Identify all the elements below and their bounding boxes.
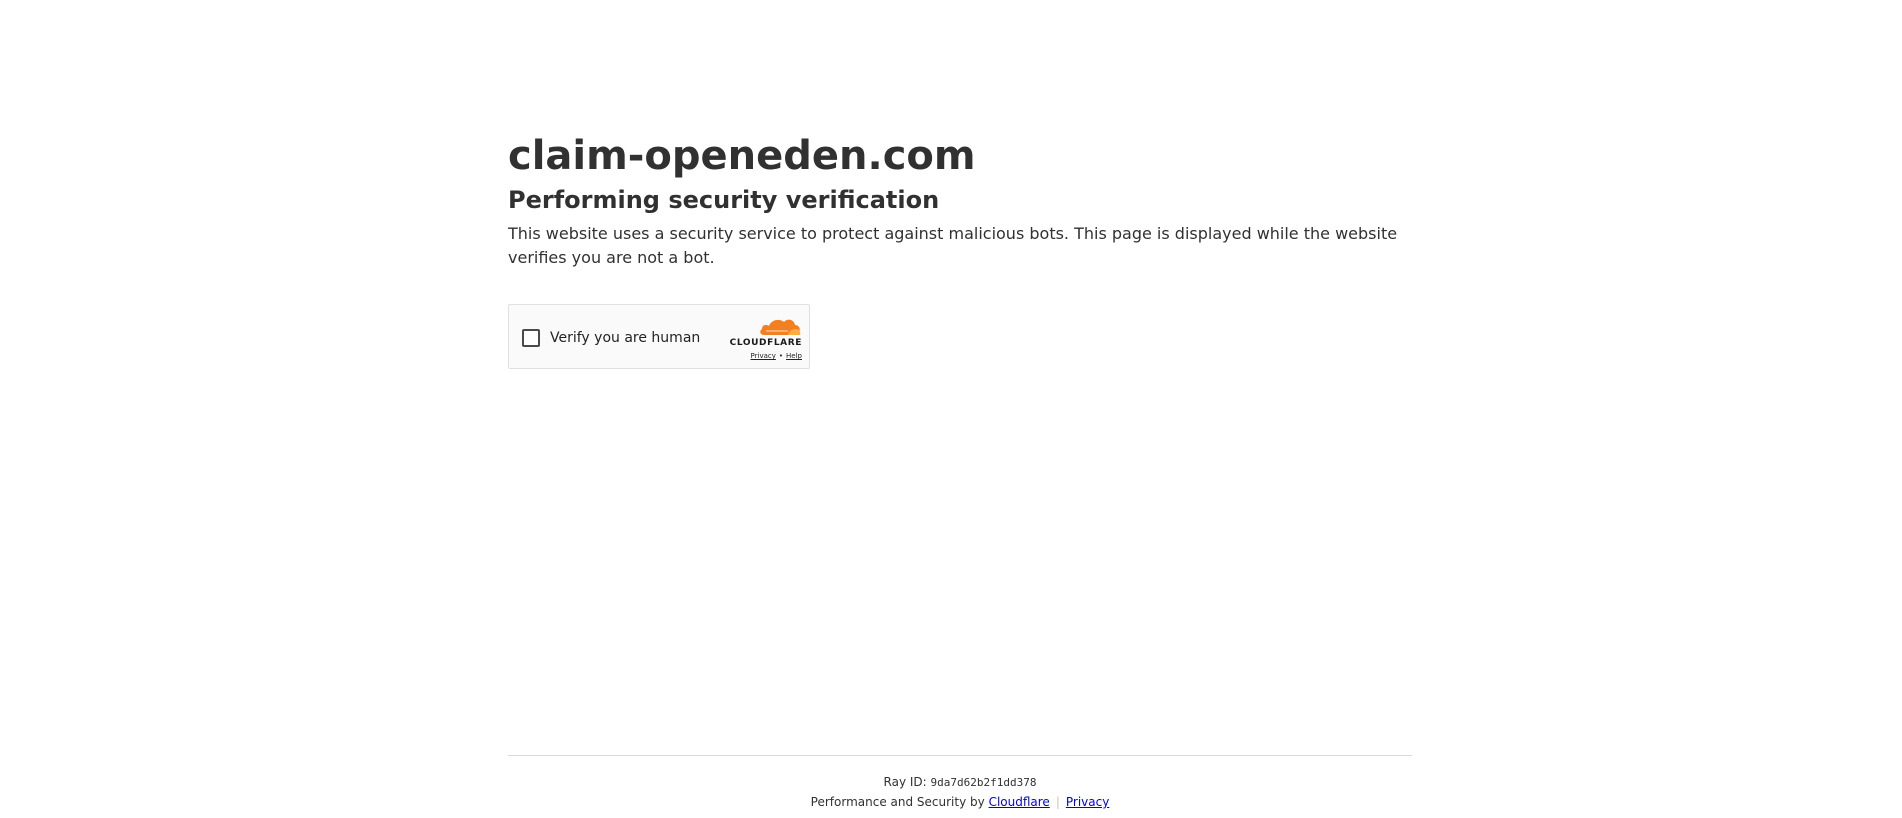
widget-link-separator: • [778,352,784,360]
page-description: This website uses a security service to … [508,224,1398,267]
cloudflare-link[interactable]: Cloudflare [989,795,1050,809]
widget-help-link[interactable]: Help [786,352,802,360]
main-content: claim-openeden.com Performing security v… [508,128,1412,369]
footer: Ray ID: 9da7d62b2f1dd378 Performance and… [508,755,1412,811]
footer-separator: | [1055,795,1060,809]
site-title: claim-openeden.com [508,133,976,179]
ray-id-label: Ray ID: [883,775,927,789]
performance-line: Performance and Security by Cloudflare | P… [508,793,1412,811]
page: claim-openeden.com Performing security v… [0,0,1902,818]
cloudflare-brand: CLOUDFLARE Privacy • Help [720,315,802,363]
cloudflare-cloud-icon [760,319,801,335]
cloudflare-wordmark: CLOUDFLARE [729,338,802,348]
turnstile-widget: Verify you are human CLOUDFLARE Privacy •… [508,304,810,369]
page-heading: Performing security verification [508,186,940,214]
ray-id-line: Ray ID: 9da7d62b2f1dd378 [508,773,1412,792]
ray-id-value: 9da7d62b2f1dd378 [930,776,1037,789]
widget-links: Privacy • Help [751,351,802,361]
footer-privacy-link[interactable]: Privacy [1066,795,1109,809]
widget-privacy-link[interactable]: Privacy [751,352,776,360]
verify-label[interactable]: Verify you are human [550,328,700,348]
performance-text: Performance and Security by [810,795,985,809]
verify-checkbox[interactable] [522,329,540,347]
